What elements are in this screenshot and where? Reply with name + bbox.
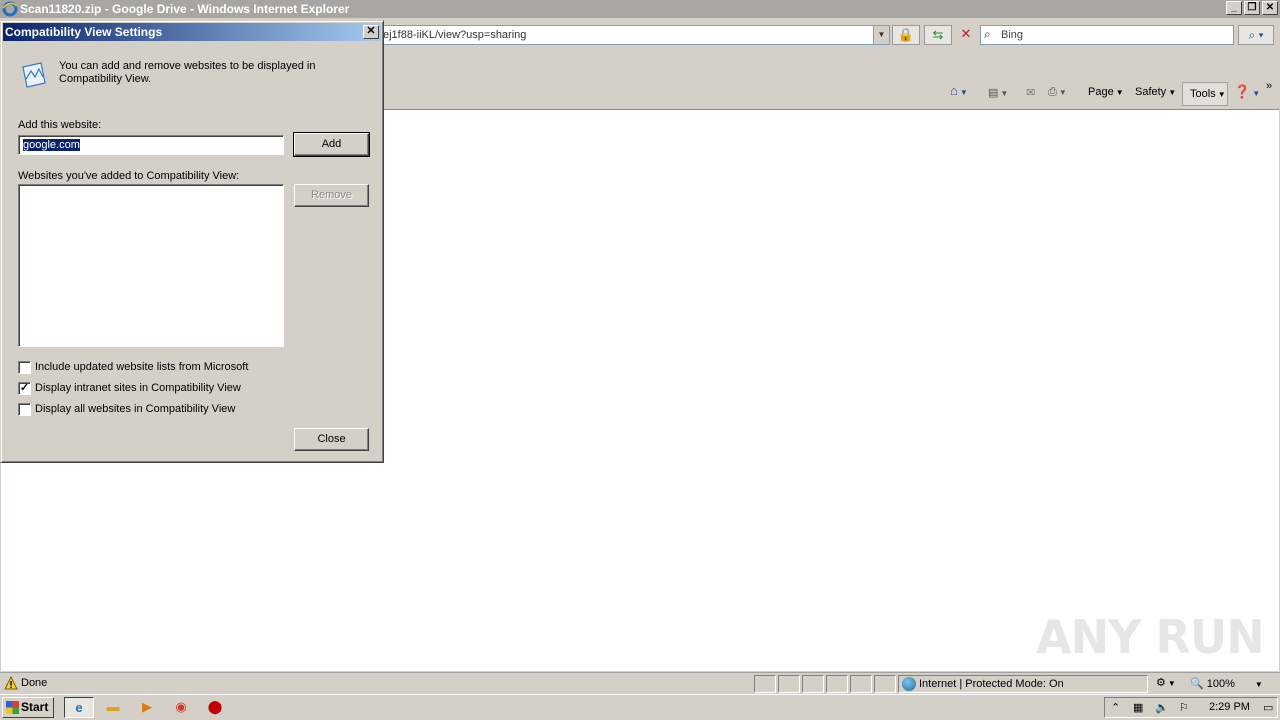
checkbox-include-microsoft-lists[interactable]	[18, 360, 31, 374]
watermark: ANY RUN	[1036, 610, 1265, 664]
feeds-icon[interactable]: ▤ ▼	[988, 86, 1008, 99]
globe-icon	[902, 677, 916, 691]
status-pane	[826, 675, 848, 693]
checkbox-intranet-sites[interactable]: ✓	[18, 381, 31, 395]
option-label: Include updated website lists from Micro…	[35, 361, 249, 373]
status-bar: Done Internet | Protected Mode: On ⚙ ▼ 🔍 …	[0, 672, 1280, 694]
address-dropdown-icon[interactable]: ▼	[873, 26, 889, 44]
search-input[interactable]: ⌕ Bing	[980, 25, 1234, 45]
tools-menu-label: Tools	[1190, 88, 1216, 100]
close-button[interactable]: Close	[294, 428, 369, 451]
security-zone-text: Internet | Protected Mode: On	[919, 678, 1064, 690]
status-pane	[850, 675, 872, 693]
option-intranet-sites[interactable]: ✓ Display intranet sites in Compatibilit…	[18, 381, 241, 395]
option-label: Display all websites in Compatibility Vi…	[35, 403, 236, 415]
stop-icon[interactable]: ✕	[952, 25, 980, 45]
checkbox-all-websites[interactable]	[18, 402, 31, 416]
dialog-title-bar: Compatibility View Settings ✕	[3, 23, 381, 41]
remove-button[interactable]: Remove	[294, 184, 369, 207]
volume-icon[interactable]: 🔈	[1155, 701, 1169, 714]
show-desktop-icon[interactable]: ▭	[1263, 701, 1273, 714]
zoom-control[interactable]: 🔍 100% ▼	[1190, 677, 1263, 690]
status-pane	[802, 675, 824, 693]
status-pane	[778, 675, 800, 693]
page-menu-label: Page	[1088, 86, 1114, 98]
media-player-taskbar-icon[interactable]: ▶	[132, 697, 162, 718]
windows-flag-icon	[6, 701, 19, 714]
dialog-title: Compatibility View Settings	[5, 25, 163, 39]
broken-page-icon	[22, 62, 46, 88]
system-tray: ⌃ ▦ 🔈 ⚐ 2:29 PM ▭	[1104, 697, 1278, 718]
warning-icon	[4, 676, 18, 690]
close-window-button[interactable]: ✕	[1262, 1, 1278, 15]
internet-explorer-icon	[2, 1, 18, 17]
folder-taskbar-icon[interactable]: ▬	[98, 697, 128, 718]
tools-menu-label-wrap: Tools ▼	[1190, 88, 1226, 100]
search-placeholder: Bing	[1001, 29, 1024, 41]
start-label: Start	[21, 700, 49, 714]
window-title: Scan11820.zip - Google Drive - Windows I…	[20, 2, 350, 16]
dialog-description: You can add and remove websites to be di…	[59, 60, 316, 85]
websites-list[interactable]	[18, 184, 284, 347]
taskbar: Start e ▬ ▶ ◉ ⬤ ⌃ ▦ 🔈 ⚐ 2:29 PM ▭	[0, 694, 1280, 720]
address-bar[interactable]: ej1f88-iiKL/view?usp=sharing ▼	[380, 25, 890, 45]
network-icon[interactable]: ▦	[1133, 701, 1143, 714]
option-all-websites[interactable]: Display all websites in Compatibility Vi…	[18, 402, 235, 416]
status-text: Done	[21, 677, 48, 689]
search-button[interactable]: ⌕ ▾	[1238, 25, 1274, 45]
more-chevron-icon[interactable]: »	[1266, 80, 1272, 92]
search-icon: ⌕	[984, 27, 991, 41]
page-menu[interactable]: Page ▼	[1088, 86, 1124, 98]
add-website-input[interactable]: google.com	[18, 135, 284, 155]
ie-title-bar: Scan11820.zip - Google Drive - Windows I…	[0, 0, 1280, 18]
minimize-button[interactable]: _	[1226, 1, 1242, 15]
start-button[interactable]: Start	[2, 697, 54, 718]
address-text: ej1f88-iiKL/view?usp=sharing	[383, 29, 527, 41]
safety-menu-label: Safety	[1135, 86, 1167, 98]
lock-icon[interactable]: 🔒	[892, 25, 920, 45]
compatibility-view-dialog: Compatibility View Settings ✕ You can ad…	[0, 20, 384, 463]
status-pane	[754, 675, 776, 693]
refresh-icon[interactable]: ⇆	[924, 25, 952, 45]
chrome-taskbar-icon[interactable]: ◉	[166, 697, 196, 718]
clock: 2:29 PM	[1209, 701, 1250, 713]
help-icon[interactable]: ❓ ▼	[1234, 84, 1260, 100]
protected-mode-icon[interactable]: ⚙ ▼	[1156, 676, 1176, 689]
show-hidden-icons-icon[interactable]: ⌃	[1111, 701, 1120, 714]
home-icon[interactable]: ⌂ ▼	[950, 83, 968, 98]
print-icon[interactable]: ⎙ ▼	[1048, 86, 1067, 99]
option-label: Display intranet sites in Compatibility …	[35, 382, 241, 394]
websites-list-label: Websites you've added to Compatibility V…	[18, 170, 240, 182]
add-button[interactable]: Add	[293, 132, 370, 157]
option-include-microsoft-lists[interactable]: Include updated website lists from Micro…	[18, 360, 248, 374]
add-website-label: Add this website:	[18, 119, 102, 131]
opera-taskbar-icon[interactable]: ⬤	[200, 697, 230, 718]
restore-button[interactable]: ❐	[1244, 1, 1260, 15]
add-website-value: google.com	[23, 139, 80, 151]
internet-explorer-taskbar-icon[interactable]: e	[64, 697, 94, 718]
security-zone[interactable]: Internet | Protected Mode: On	[898, 675, 1148, 693]
safety-menu[interactable]: Safety ▼	[1135, 86, 1176, 98]
action-center-flag-icon[interactable]: ⚐	[1179, 701, 1189, 714]
dialog-close-icon[interactable]: ✕	[363, 25, 379, 39]
zoom-level: 100%	[1206, 678, 1235, 690]
mail-icon[interactable]: ✉	[1026, 86, 1035, 99]
status-pane	[874, 675, 896, 693]
